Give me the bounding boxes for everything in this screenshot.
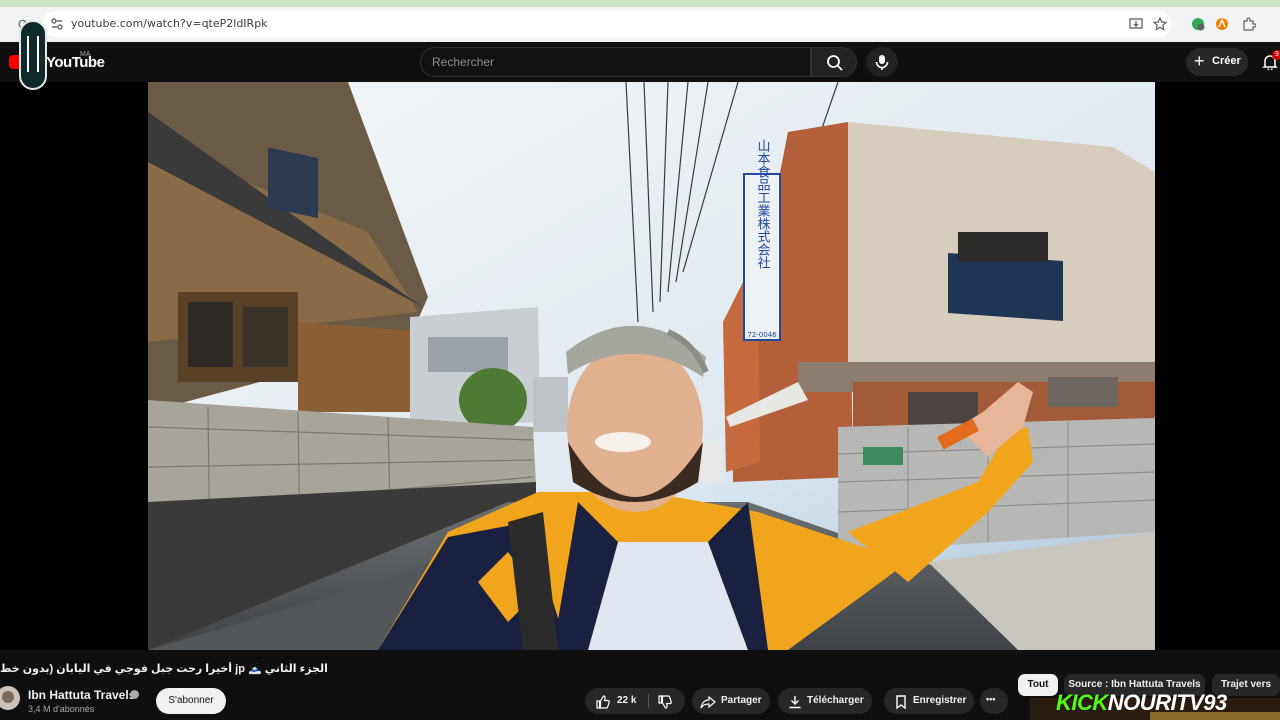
kick-prefix: KICK [1056,690,1108,715]
video-title: الجزء الثاني 🗻 jp أخيرا رحت جبل فوجي في … [0,663,328,675]
save-label: Enregistrer [913,695,967,706]
notification-count-badge: 9 [1272,50,1280,60]
bookmark-icon [896,695,906,710]
site-info-icon[interactable] [50,17,64,31]
country-code: MA [80,51,91,58]
save-button[interactable]: Enregistrer [884,688,974,714]
like-count[interactable]: 22 k [617,695,636,706]
youtube-logo-text[interactable]: YouTube [46,54,105,71]
search-box[interactable] [420,47,811,77]
video-scene-image: 山本食品工業株式会社 72-0046 [148,82,1155,650]
extension-green-icon[interactable] [1191,17,1205,31]
share-arrow-icon [700,695,716,709]
dislike-thumb-icon[interactable] [657,694,673,710]
search-button[interactable] [811,47,857,77]
install-app-icon[interactable] [1129,17,1143,31]
extensions-puzzle-icon[interactable] [1242,17,1256,31]
voice-search-button[interactable] [866,47,898,77]
search-input[interactable] [421,48,810,76]
create-label: Créer [1212,55,1241,67]
like-thumb-icon[interactable] [595,694,611,710]
download-label: Télécharger [807,695,864,706]
building-sign-text: 山本食品工業株式会社 [755,139,771,269]
channel-avatar[interactable] [0,686,20,710]
url-text[interactable]: youtube.com/watch?v=qteP2ldIRpk [71,17,268,30]
address-bar[interactable]: youtube.com/watch?v=qteP2ldIRpk [42,11,1172,37]
microphone-icon [875,55,889,70]
bookmark-star-icon[interactable] [1153,17,1167,31]
more-actions-button[interactable]: ••• [980,688,1008,714]
channel-watermark-logo [19,20,47,90]
download-button[interactable]: Télécharger [778,688,872,714]
kick-channel-name: NOURITV93 [1107,690,1227,715]
create-button[interactable]: + Créer [1186,48,1248,76]
channel-name[interactable]: Ibn Hattuta Travels [28,688,135,702]
subscribe-button[interactable]: S'abonner [156,688,226,714]
browser-toolbar: ⟳ youtube.com/watch?v=qteP2ldIRpk [0,0,1280,42]
like-dislike-divider [648,694,649,708]
building-sign-phone: 72-0046 [747,331,777,339]
kick-channel-text: KICKNOURITV93 [1056,690,1227,716]
search-icon [827,55,843,71]
video-frame[interactable]: 山本食品工業株式会社 72-0046 [148,82,1155,650]
kick-stream-overlay: KICKNOURITV93 [1030,688,1280,720]
download-icon [789,696,801,709]
share-label: Partager [721,695,762,706]
more-dots-icon: ••• [986,694,996,704]
like-dislike-group: 22 k [585,688,685,714]
subscriber-count: 3,4 M d'abonnés [28,704,95,714]
plus-icon: + [1194,51,1205,71]
tab-strip-accent [0,0,1280,7]
extension-orange-icon[interactable] [1215,17,1229,31]
verified-badge-icon [130,690,139,699]
share-button[interactable]: Partager [692,688,770,714]
